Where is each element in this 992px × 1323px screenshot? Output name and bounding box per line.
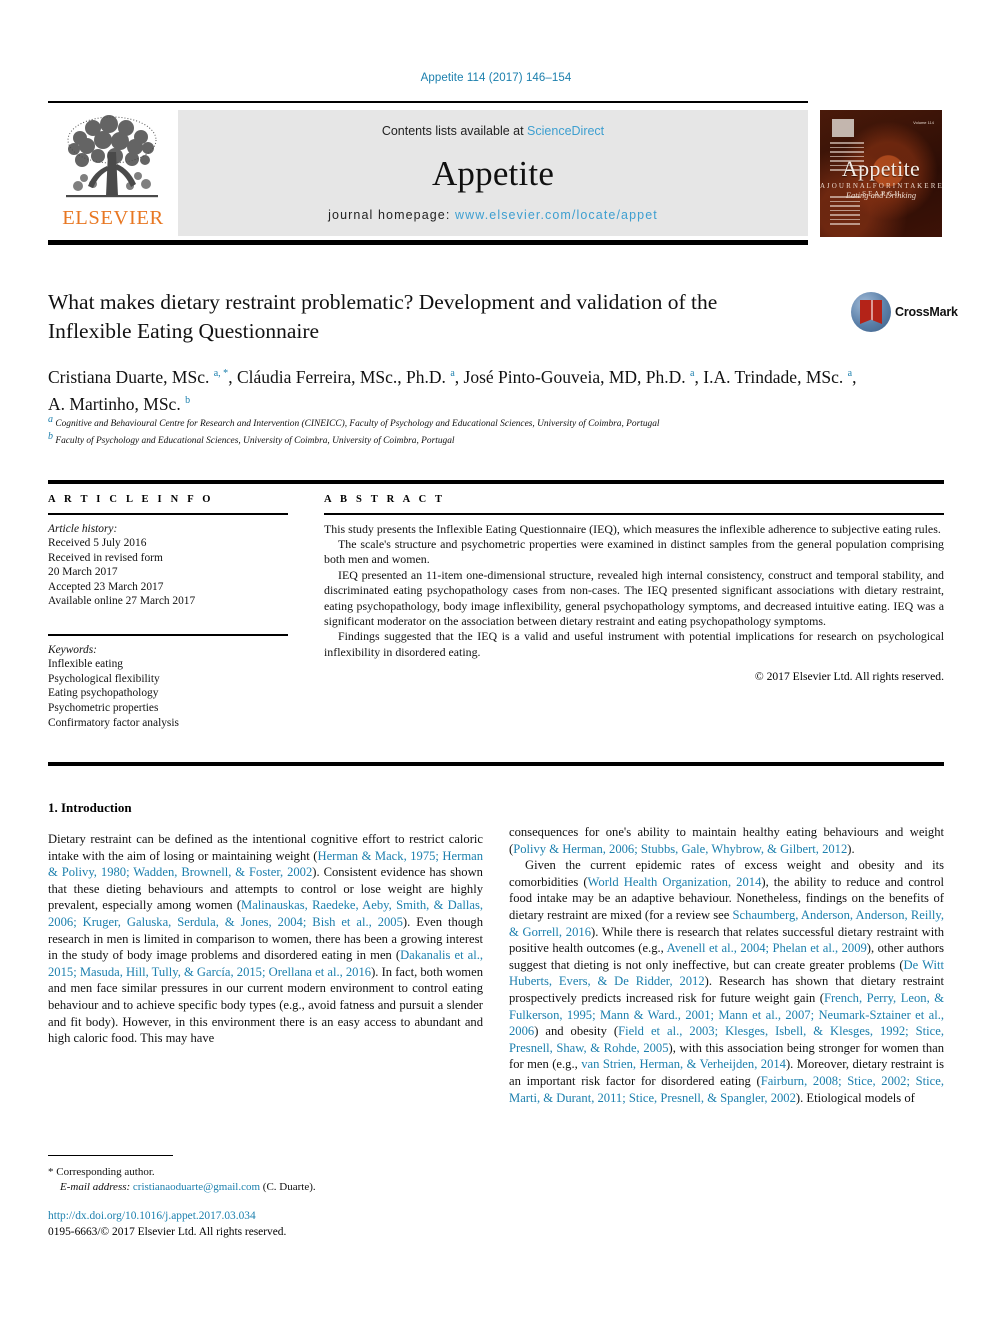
journal-article-page: Appetite 114 (2017) 146–154 ELSEVIER Con… <box>0 0 992 1323</box>
author-list: Cristiana Duarte, MSc. a, *, Cláudia Fer… <box>48 366 857 414</box>
history-line: 20 March 2017 <box>48 566 118 579</box>
keywords-label: Keywords: <box>48 643 97 656</box>
keyword-item: Inflexible eating <box>48 658 123 671</box>
homepage-prefix: journal homepage: <box>328 208 455 222</box>
doi-and-issn-block: http://dx.doi.org/10.1016/j.appet.2017.0… <box>48 1209 488 1240</box>
abstract-column: A B S T R A C T This study presents the … <box>324 494 944 683</box>
corresponding-marker: * <box>48 1166 54 1179</box>
keyword-item: Confirmatory factor analysis <box>48 716 179 729</box>
abstract-body: This study presents the Inflexible Eatin… <box>324 522 944 661</box>
crossmark-label: CrossMark <box>895 305 958 319</box>
footnote-text: * Corresponding author. E-mail address: … <box>48 1165 483 1195</box>
corresponding-label: Corresponding author. <box>56 1166 155 1179</box>
section-heading-introduction: 1. Introduction <box>48 800 132 815</box>
page-title: What makes dietary restraint problematic… <box>48 290 718 343</box>
article-info-column: A R T I C L E I N F O Article history: R… <box>48 494 288 730</box>
history-line: Accepted 23 March 2017 <box>48 580 164 593</box>
crossmark-badge[interactable]: CrossMark <box>851 292 958 336</box>
abstract-paragraph: Findings suggested that the IEQ is a val… <box>324 629 944 659</box>
body-column-right: consequences for one's ability to mainta… <box>509 824 944 1106</box>
keywords-block: Keywords: Inflexible eating Psychologica… <box>48 643 288 731</box>
body-column-left: 1. Introduction Dietary restraint can be… <box>48 800 483 1047</box>
footnote-rule <box>48 1155 173 1157</box>
email-suffix: (C. Duarte). <box>262 1181 316 1194</box>
email-line: E-mail address: cristianaoduarte@gmail.c… <box>48 1180 483 1195</box>
elsevier-tree-icon <box>60 112 164 204</box>
cover-corner-note: Volume 114 <box>913 120 934 125</box>
masthead-bottom-rule <box>48 240 808 245</box>
body-paragraph: Dietary restraint can be defined as the … <box>48 832 484 1046</box>
contents-prefix: Contents lists available at <box>381 124 528 138</box>
cover-title: Appetite <box>841 156 921 181</box>
abstract-heading: A B S T R A C T <box>324 494 446 505</box>
email-link[interactable]: cristianaoduarte@gmail.com <box>133 1181 260 1193</box>
keyword-item: Eating psychopathology <box>48 687 159 700</box>
abstract-paragraph: IEQ presented an 11-item one-dimensional… <box>324 567 944 628</box>
cover-stamp-icon <box>832 119 854 137</box>
running-head: Appetite 114 (2017) 146–154 <box>420 72 572 84</box>
keyword-item: Psychometric properties <box>48 701 159 714</box>
elsevier-wordmark: ELSEVIER <box>62 207 164 229</box>
body-paragraph: consequences for one's ability to mainta… <box>509 825 944 856</box>
keyword-item: Psychological flexibility <box>48 672 160 685</box>
cover-text-lines-lower <box>830 196 860 232</box>
journal-homepage-line: journal homepage: www.elsevier.com/locat… <box>178 208 808 222</box>
contents-available-line: Contents lists available at ScienceDirec… <box>178 124 808 138</box>
article-info-rule <box>48 513 288 515</box>
masthead-top-rule <box>48 101 808 103</box>
doi-link[interactable]: http://dx.doi.org/10.1016/j.appet.2017.0… <box>48 1209 488 1225</box>
abstract-paragraph: The scale's structure and psychometric p… <box>324 536 944 567</box>
body-section-top-rule <box>48 762 944 766</box>
body-paragraph: Given the current epidemic rates of exce… <box>509 858 945 1105</box>
affiliations: a Cognitive and Behavioural Centre for R… <box>48 414 660 446</box>
abstract-copyright: © 2017 Elsevier Ltd. All rights reserved… <box>754 670 944 684</box>
elsevier-logo: ELSEVIER <box>52 110 174 236</box>
sciencedirect-link[interactable]: ScienceDirect <box>527 124 604 138</box>
masthead-panel: Contents lists available at ScienceDirec… <box>178 110 808 236</box>
corresponding-author-line: * Corresponding author. <box>48 1165 483 1180</box>
history-line: Received 5 July 2016 <box>48 537 147 550</box>
article-history-label: Article history: <box>48 522 118 535</box>
issn-copyright-line: 0195-6663/© 2017 Elsevier Ltd. All right… <box>48 1225 287 1238</box>
journal-homepage-link[interactable]: www.elsevier.com/locate/appet <box>455 208 658 222</box>
keywords-rule <box>48 634 288 636</box>
email-label: E-mail address: <box>60 1181 131 1194</box>
abstract-rule <box>324 513 944 515</box>
info-section-top-rule <box>48 480 944 484</box>
article-info-heading: A R T I C L E I N F O <box>48 494 214 505</box>
article-history-block: Article history: Received 5 July 2016 Re… <box>48 522 288 610</box>
journal-cover-thumbnail[interactable]: Volume 114 Appetite A J O U R N A L F O … <box>820 110 942 237</box>
history-line: Available online 27 March 2017 <box>48 595 196 608</box>
corresponding-author-footnote: * Corresponding author. E-mail address: … <box>48 1155 483 1195</box>
history-line: Received in revised form <box>48 551 163 564</box>
abstract-paragraph: This study presents the Inflexible Eatin… <box>324 521 941 536</box>
journal-name: Appetite <box>431 154 555 193</box>
